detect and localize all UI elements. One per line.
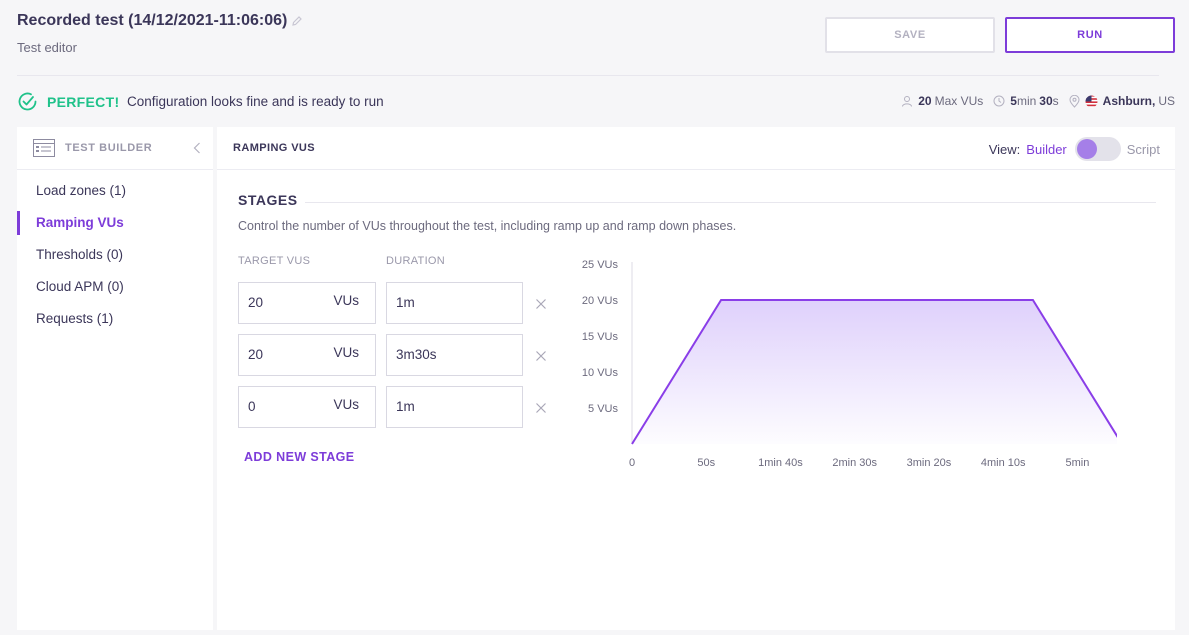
x-tick-label: 5min <box>1066 457 1090 469</box>
main-header: RAMPING VUS View: Builder Script <box>217 127 1175 170</box>
test-title: Recorded test (14/12/2021-11:06:06) <box>17 12 288 29</box>
max-vus: 20 Max VUs <box>901 94 983 108</box>
target-vus-value: 20 <box>248 295 264 310</box>
stages-description: Control the number of VUs throughout the… <box>238 219 737 233</box>
title-row: Recorded test (14/12/2021-11:06:06) <box>17 12 303 30</box>
vus-unit: VUs <box>333 397 359 412</box>
view-builder-option[interactable]: Builder <box>1026 142 1066 157</box>
duration-value: 1m <box>396 295 415 310</box>
section-title: RAMPING VUS <box>233 142 316 154</box>
x-tick-label: 2min 30s <box>832 457 877 469</box>
run-button[interactable]: RUN <box>1005 17 1175 53</box>
check-circle-icon <box>18 92 37 111</box>
sidebar-item-ramping-vus[interactable]: Ramping VUs <box>17 211 213 244</box>
view-toggle[interactable] <box>1074 137 1121 161</box>
form-builder-icon <box>33 139 55 157</box>
duration-sec: 30 <box>1039 94 1053 108</box>
toggle-knob <box>1076 139 1097 159</box>
view-label: View: <box>988 141 1021 157</box>
y-tick-label: 15 VUs <box>582 331 619 343</box>
ramping-vus-chart: 5 VUs 10 VUs 15 VUs 20 VUs 25 VUs 0 50s 1min 4… <box>582 259 1117 469</box>
status-message: Configuration looks fine and is ready to… <box>127 94 384 109</box>
duration-value: 3m30s <box>396 347 437 362</box>
sidebar-nav: Load zones (1) Ramping VUs Thresholds (0… <box>17 180 213 340</box>
y-tick-label: 10 VUs <box>582 367 619 379</box>
max-vus-value: 20 <box>918 94 932 108</box>
vus-unit: VUs <box>333 345 359 360</box>
location-pin-icon <box>1069 94 1080 108</box>
load-zone: Ashburn, US <box>1069 94 1175 108</box>
us-flag-icon <box>1085 95 1098 107</box>
duration-input[interactable]: 1m <box>386 386 523 428</box>
sidebar-item-requests[interactable]: Requests (1) <box>17 308 213 340</box>
target-vus-header: TARGET VUS <box>238 255 311 267</box>
header-divider <box>17 75 1159 76</box>
stages-heading: STAGES <box>238 192 298 208</box>
close-icon[interactable] <box>535 298 547 310</box>
vus-unit: VUs <box>333 293 359 308</box>
vus-area <box>632 300 1117 444</box>
duration-sec-unit: s <box>1052 94 1059 108</box>
status-badge: PERFECT! <box>47 94 120 110</box>
sidebar-title: TEST BUILDER <box>65 142 153 154</box>
duration-input[interactable]: 3m30s <box>386 334 523 376</box>
y-tick-label: 5 VUs <box>588 403 618 415</box>
duration-input[interactable]: 1m <box>386 282 523 324</box>
duration-min: 5 <box>1010 94 1017 108</box>
view-script-option[interactable]: Script <box>1127 142 1160 157</box>
target-vus-value: 0 <box>248 399 256 414</box>
save-button[interactable]: SAVE <box>825 17 995 53</box>
duration-min-unit: min <box>1016 94 1037 108</box>
pencil-icon[interactable] <box>291 15 303 27</box>
target-vus-input[interactable]: 20 VUs <box>238 334 376 376</box>
test-meta: 20 Max VUs 5 min 30 s Ashburn, US <box>891 94 1175 108</box>
duration: 5 min 30 s <box>993 94 1059 108</box>
test-builder-sidebar: TEST BUILDER Load zones (1) Ramping VUs … <box>17 127 213 630</box>
y-tick-label: 20 VUs <box>582 295 619 307</box>
x-tick-label: 1min 40s <box>758 457 803 469</box>
clock-icon <box>993 95 1005 107</box>
y-tick-label: 25 VUs <box>582 259 619 271</box>
chevron-left-icon[interactable] <box>193 142 201 154</box>
location-country: US <box>1158 94 1175 108</box>
target-vus-input[interactable]: 20 VUs <box>238 282 376 324</box>
duration-value: 1m <box>396 399 415 414</box>
main-panel: RAMPING VUS View: Builder Script STAGES … <box>217 127 1175 630</box>
sidebar-header: TEST BUILDER <box>17 127 213 170</box>
max-vus-label: Max VUs <box>934 94 984 108</box>
add-new-stage-button[interactable]: ADD NEW STAGE <box>244 450 355 464</box>
user-icon <box>902 96 913 107</box>
location-city: Ashburn, <box>1102 94 1156 108</box>
x-tick-label: 50s <box>697 457 715 469</box>
sidebar-item-cloud-apm[interactable]: Cloud APM (0) <box>17 276 213 308</box>
page-subtitle: Test editor <box>17 40 77 55</box>
close-icon[interactable] <box>535 350 547 362</box>
x-tick-label: 4min 10s <box>981 457 1026 469</box>
stages-divider <box>305 202 1156 203</box>
status-row: PERFECT! Configuration looks fine and is… <box>17 90 1175 114</box>
target-vus-input[interactable]: 0 VUs <box>238 386 376 428</box>
sidebar-item-load-zones[interactable]: Load zones (1) <box>17 180 213 212</box>
target-vus-value: 20 <box>248 347 264 362</box>
sidebar-item-thresholds[interactable]: Thresholds (0) <box>17 244 213 276</box>
x-tick-label: 0 <box>629 457 635 469</box>
view-switch: View: Builder Script <box>989 137 1160 161</box>
page-header: Recorded test (14/12/2021-11:06:06) Test… <box>0 0 1189 75</box>
close-icon[interactable] <box>535 402 547 414</box>
duration-header: DURATION <box>386 255 446 267</box>
x-tick-label: 3min 20s <box>907 457 952 469</box>
